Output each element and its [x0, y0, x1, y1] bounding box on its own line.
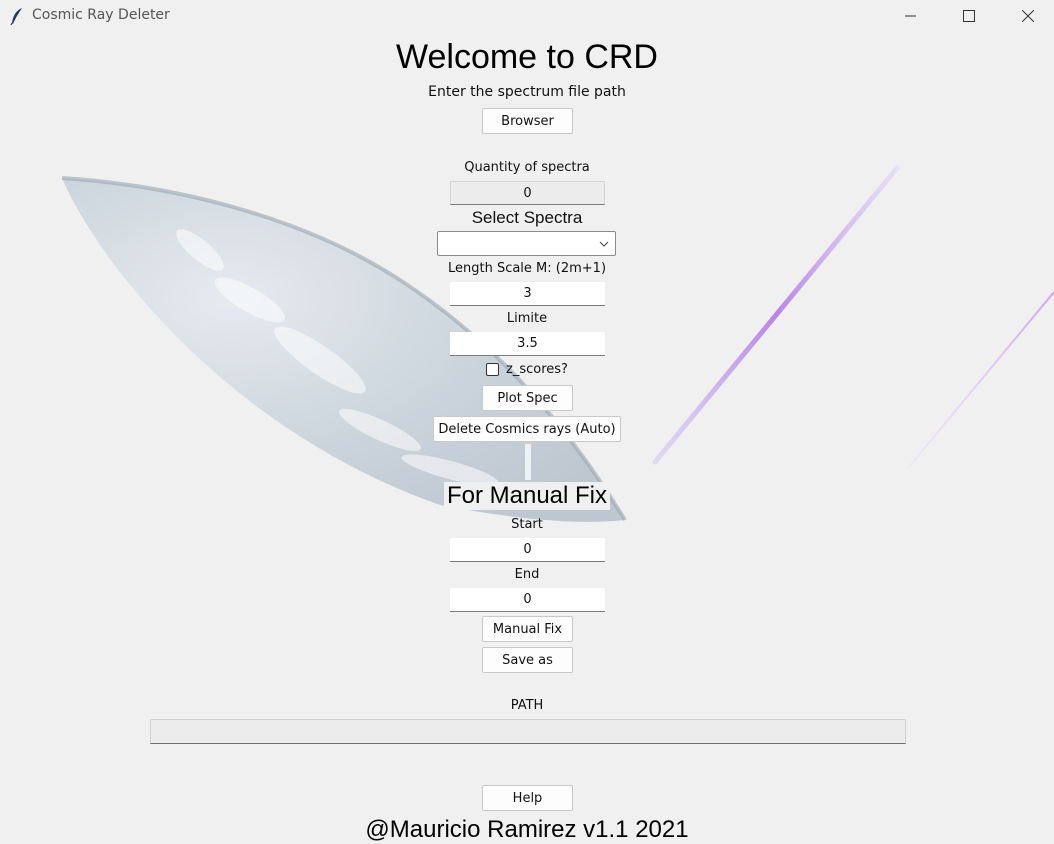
path-label: PATH: [510, 698, 544, 713]
quantity-field: 0: [450, 181, 605, 205]
close-icon: [1022, 10, 1034, 22]
zscores-label: z_scores?: [506, 362, 568, 377]
zscores-checkbox[interactable]: [486, 363, 499, 376]
end-input[interactable]: 0: [450, 588, 605, 612]
path-field: [150, 719, 906, 744]
delete-cosmics-auto-button[interactable]: Delete Cosmics rays (Auto): [433, 416, 621, 442]
manual-fix-button[interactable]: Manual Fix: [482, 616, 573, 642]
maximize-button[interactable]: [946, 0, 992, 32]
chevron-down-icon: [599, 241, 609, 247]
close-button[interactable]: [1005, 0, 1051, 32]
browser-button[interactable]: Browser: [482, 108, 573, 134]
footer-credit: @Mauricio Ramirez v1.1 2021: [365, 816, 689, 843]
divider: [525, 444, 531, 480]
window-title: Cosmic Ray Deleter: [32, 7, 170, 23]
title-bar: Cosmic Ray Deleter: [0, 0, 1054, 32]
select-spectra-label: Select Spectra: [471, 208, 583, 227]
start-input[interactable]: 0: [450, 538, 605, 562]
minimize-icon: [905, 15, 916, 17]
length-scale-label: Length Scale M: (2m+1): [447, 261, 607, 276]
file-path-prompt: Enter the spectrum file path: [428, 84, 626, 100]
quantity-label: Quantity of spectra: [464, 160, 590, 175]
plot-spec-button[interactable]: Plot Spec: [482, 385, 573, 411]
feather-icon: [10, 8, 22, 25]
start-label: Start: [511, 517, 543, 532]
limite-label: Limite: [506, 311, 548, 326]
manual-fix-heading: For Manual Fix: [444, 482, 610, 510]
minimize-button[interactable]: [888, 0, 934, 32]
length-scale-input[interactable]: 3: [450, 282, 605, 306]
help-button[interactable]: Help: [482, 785, 573, 811]
select-spectra-dropdown[interactable]: [437, 231, 616, 256]
limite-input[interactable]: 3.5: [450, 332, 605, 356]
end-label: End: [514, 567, 540, 582]
save-as-button[interactable]: Save as: [482, 647, 573, 673]
welcome-heading: Welcome to CRD: [396, 38, 658, 76]
maximize-icon: [963, 10, 975, 22]
